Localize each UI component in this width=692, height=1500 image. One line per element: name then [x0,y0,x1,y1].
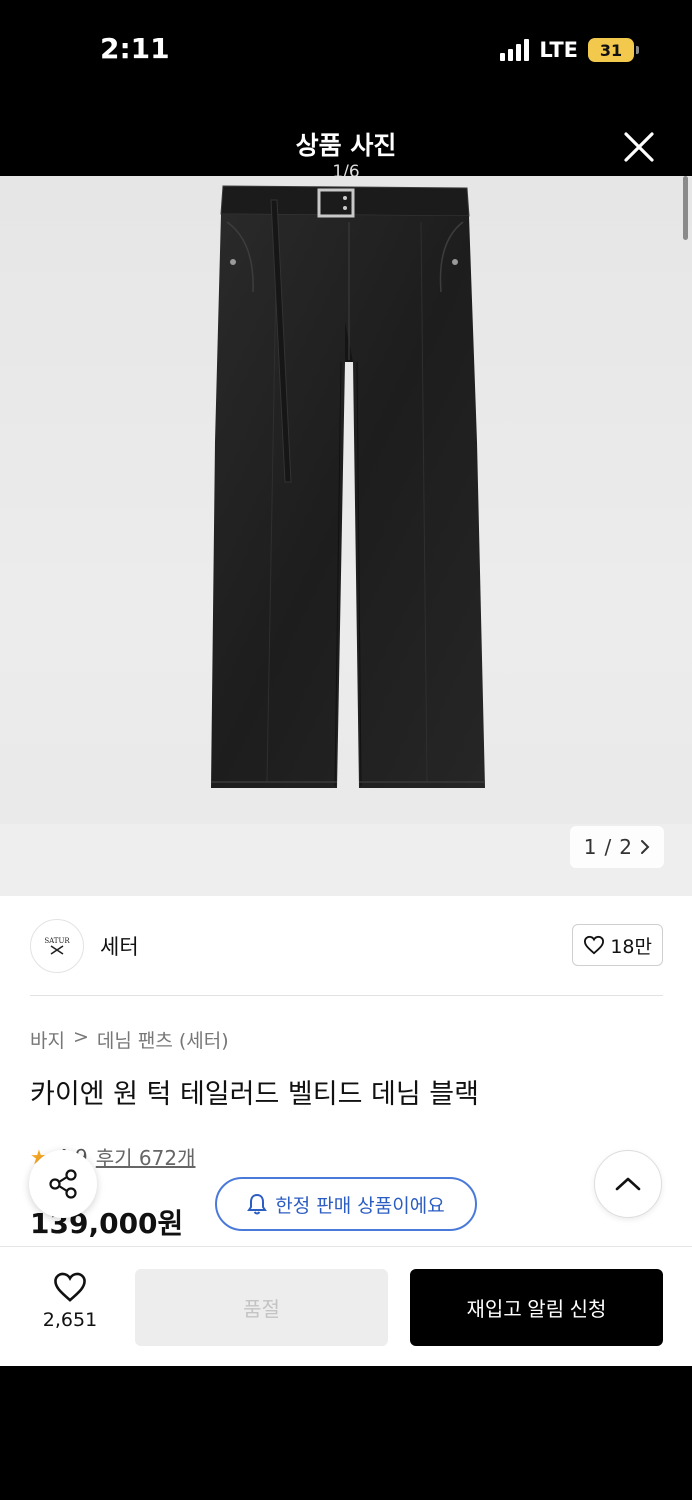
chevron-up-icon [615,1177,641,1191]
bottom-action-bar: 2,651 품절 재입고 알림 신청 [0,1246,692,1366]
brand-row[interactable]: SATUR 세터 18만 [30,918,663,974]
status-bar: 2:11 LTE 31 [0,0,692,110]
brand-like-button[interactable]: 18만 [572,924,663,966]
brand-logo[interactable]: SATUR [30,919,84,973]
soldout-button[interactable]: 품절 [135,1269,388,1346]
denim-pants-image [211,185,485,788]
limited-sale-label: 한정 판매 상품이에요 [275,1194,445,1217]
image-pager[interactable]: 1 / 2 [569,826,664,868]
product-title: 카이엔 원 턱 테일러드 벨티드 데님 블랙 [30,1079,479,1110]
wishlist-button[interactable]: 2,651 [30,1271,110,1331]
status-time: 2:11 [100,32,170,65]
scroll-indicator[interactable] [683,176,688,240]
pager-separator: / [604,835,612,859]
scroll-top-button[interactable] [594,1150,662,1218]
divider [30,995,663,996]
signal-icon [500,39,530,61]
battery-level: 31 [599,40,623,60]
share-button[interactable] [29,1150,97,1218]
bell-icon [247,1193,268,1215]
pager-current: 1 [583,835,597,859]
battery-icon: 31 [588,38,639,62]
restock-alert-button[interactable]: 재입고 알림 신청 [410,1269,663,1346]
wishlist-count: 2,651 [42,1309,98,1331]
breadcrumb: 바지 > 데님 팬츠 (세터) [30,1026,229,1053]
breadcrumb-separator: > [72,1026,89,1048]
bottom-safe-area [0,1366,692,1500]
brand-logo-text: SATUR [44,937,70,945]
heart-icon [584,935,605,955]
share-icon [49,1169,77,1199]
brand-name[interactable]: 세터 [100,931,139,961]
review-link[interactable]: 후기 672개 [96,1142,196,1171]
photo-viewer-title: 상품 사진 [295,131,397,160]
network-type: LTE [539,38,578,62]
limited-sale-badge[interactable]: 한정 판매 상품이에요 [215,1177,477,1231]
breadcrumb-subcategory[interactable]: 데님 팬츠 (세터) [97,1026,229,1053]
close-icon[interactable] [622,130,656,164]
brand-like-count: 18만 [610,935,652,958]
heart-icon [54,1272,86,1302]
brand-logo-mark [50,945,64,955]
product-image[interactable]: 1 / 2 [0,176,692,896]
breadcrumb-category[interactable]: 바지 [30,1026,65,1053]
chevron-right-icon [641,840,650,854]
status-indicators: LTE 31 [500,38,639,62]
pager-total: 2 [619,835,632,859]
photo-viewer-header: 상품 사진 1/6 [0,110,692,182]
